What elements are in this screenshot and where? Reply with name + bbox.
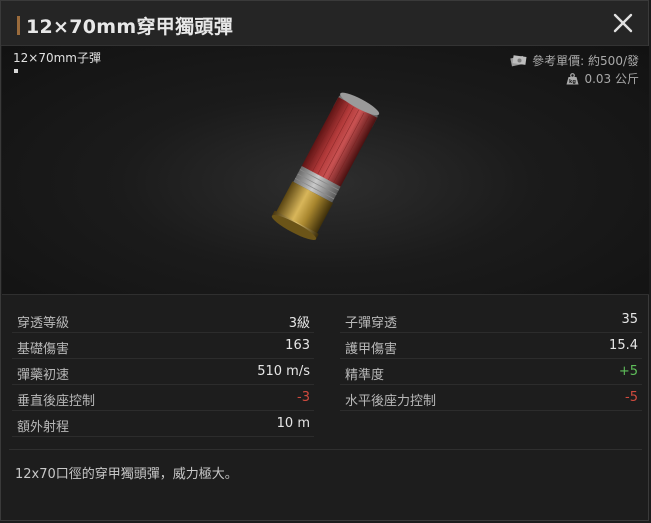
stat-value: 3級 (288, 316, 310, 331)
close-icon (613, 13, 633, 33)
stat-row-armor-damage: 護甲傷害 15.4 (340, 333, 642, 359)
stat-label: 彈藥初速 (17, 368, 70, 383)
description-divider (9, 449, 642, 450)
stats-right-column: 子彈穿透 35 護甲傷害 15.4 精準度 +5 水平後座力控制 -5 (340, 307, 642, 411)
item-detail-panel: 12×70mm穿甲獨頭彈 12×70mm子彈 參考單價: 約500/發 kg 0… (0, 0, 649, 521)
item-title: 12×70mm穿甲獨頭彈 (26, 16, 233, 38)
stat-row-muzzle-velocity: 彈藥初速 510 m/s (12, 359, 314, 385)
stat-row-bullet-penetration: 子彈穿透 35 (340, 307, 642, 333)
stat-label: 水平後座力控制 (345, 394, 437, 409)
item-description: 12x70口徑的穿甲獨頭彈，威力極大。 (15, 467, 238, 482)
stat-label: 子彈穿透 (345, 316, 398, 331)
stat-label: 穿透等級 (17, 316, 70, 331)
stat-value: 10 m (276, 416, 310, 431)
stat-row-horizontal-recoil: 水平後座力控制 -5 (340, 385, 642, 411)
stat-row-accuracy: 精準度 +5 (340, 359, 642, 385)
stat-row-vertical-recoil: 垂直後座控制 -3 (12, 385, 314, 411)
stat-value: -5 (625, 390, 638, 405)
title-bar: 12×70mm穿甲獨頭彈 (1, 1, 648, 46)
stat-label: 精準度 (345, 368, 385, 383)
stat-label: 垂直後座控制 (17, 394, 96, 409)
stat-label: 護甲傷害 (345, 342, 398, 357)
stat-label: 額外射程 (17, 420, 70, 435)
stat-value: +5 (618, 364, 638, 379)
item-image-area: 12×70mm子彈 參考單價: 約500/發 kg 0.03 公斤 (2, 46, 649, 295)
stat-value: 510 m/s (257, 364, 310, 379)
stat-value: 35 (621, 312, 638, 327)
stat-value: -3 (297, 390, 310, 405)
stat-row-penetration-level: 穿透等級 3級 (12, 307, 314, 333)
shotgun-shell-image (271, 92, 380, 241)
stat-label: 基礎傷害 (17, 342, 70, 357)
close-button[interactable] (610, 10, 636, 36)
stat-value: 15.4 (609, 338, 638, 353)
stat-value: 163 (285, 338, 310, 353)
stats-left-column: 穿透等級 3級 基礎傷害 163 彈藥初速 510 m/s 垂直後座控制 -3 … (12, 307, 314, 437)
stat-row-extra-range: 額外射程 10 m (12, 411, 314, 437)
title-accent (17, 16, 20, 35)
stat-row-base-damage: 基礎傷害 163 (12, 333, 314, 359)
